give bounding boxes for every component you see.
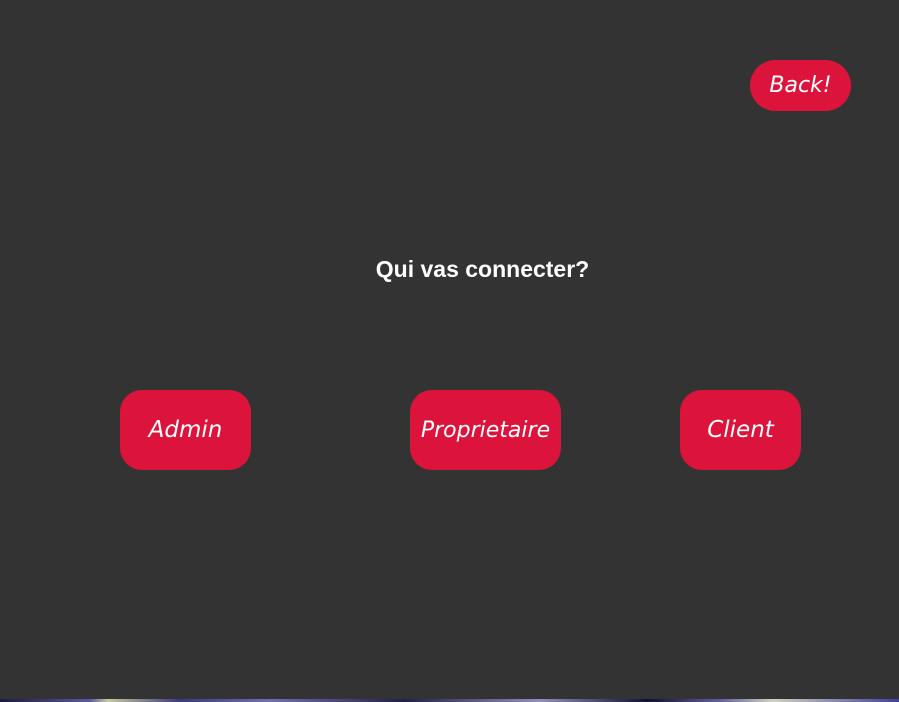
client-button[interactable]: Client: [680, 390, 801, 470]
back-button[interactable]: Back!: [750, 60, 851, 111]
proprietaire-button[interactable]: Proprietaire: [410, 390, 561, 470]
admin-button[interactable]: Admin: [120, 390, 251, 470]
login-role-screen: Back! Qui vas connecter? Admin Proprieta…: [0, 0, 899, 702]
role-prompt-heading: Qui vas connecter?: [375, 256, 590, 282]
